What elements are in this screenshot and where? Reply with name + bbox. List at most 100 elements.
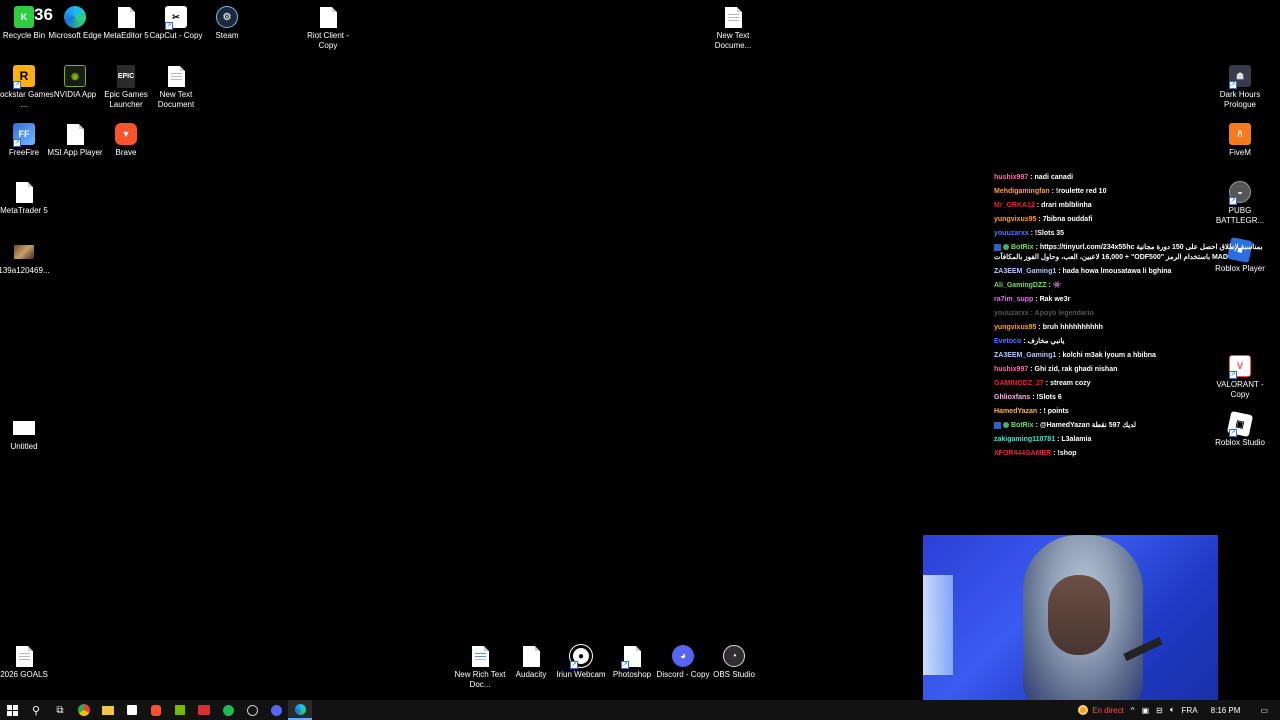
nvidia-icon [175,705,185,715]
taskbar-nvidia[interactable] [168,700,192,720]
msi-app-player-shortcut[interactable]: MSI App Player [47,122,103,158]
chat-text: : hada howa lmousatawa li bghina [1058,268,1172,275]
webcam-person-face [1048,575,1110,655]
chat-text: : !shop [1053,450,1077,457]
search-button[interactable]: ⚲ [24,700,48,720]
chat-text: : nadi canadi [1030,174,1074,181]
freefire-shortcut[interactable]: FF ↗ FreeFire [0,122,48,158]
new-rich-text-shortcut[interactable]: New Rich Text Doc... [453,644,507,690]
recycle-bin-shortcut[interactable]: K 36 Recycle Bin [0,5,53,41]
new-text-doc-top-shortcut[interactable]: New Text Docume... [706,5,760,51]
chat-username: BotRix [1011,244,1034,251]
taskbar-chrome[interactable] [72,700,96,720]
store-icon [127,705,137,715]
goals-shortcut[interactable]: 2026 GOALS [0,644,48,680]
iriun-webcam-shortcut[interactable]: ● ↗ Iriun Webcam [554,644,608,680]
epic-games-shortcut[interactable]: EPIC Epic Games Launcher [99,64,153,110]
dark-hours-label: Dark Hours Prologue [1219,90,1261,109]
brave-icon [151,704,161,716]
chat-message: Ghlioxfans: !Slots 6 [994,391,1266,405]
chat-message: HamedYazan: ! points [994,405,1266,419]
chat-username: zakigaming110781 [994,436,1056,443]
chat-username: ra7im_supp [994,296,1034,303]
chat-text: : L3alamia [1057,436,1092,443]
chat-message: yungvixus95: 7bibna ouddafi [994,213,1266,227]
brave-label: Brave [115,148,137,157]
riot-client-shortcut[interactable]: Riot Client - Copy [301,5,355,51]
windows-icon [6,704,18,716]
spotify-icon [222,704,234,716]
chat-text: : Apoyo legendario [1030,310,1094,317]
document-icon [316,5,340,29]
chrome-icon [78,704,90,716]
document-icon [63,122,87,146]
clock[interactable]: 8:16 PM [1211,706,1241,715]
untitled-shortcut[interactable]: Untitled [0,416,48,452]
edge-icon [294,703,306,715]
chat-text: : !Slots 6 [1032,394,1062,401]
chat-message: GAMINGDZ_27: stream cozy [994,377,1266,391]
brave-shortcut[interactable]: ▼ Brave [99,122,153,158]
shortcut-arrow-icon: ↗ [621,661,629,669]
new-text-doc-shortcut[interactable]: New Text Document [149,64,203,110]
metaeditor-shortcut[interactable]: MetaEditor 5 [99,5,153,41]
chat-message: Mr_ORKA12: drari mblblinha [994,199,1266,213]
taskbar-file-explorer[interactable] [96,700,120,720]
rockstar-shortcut[interactable]: R ↗ Rockstar Games ... [0,64,54,110]
live-indicator[interactable]: En direct [1078,705,1124,715]
discord-shortcut[interactable]: ◕ Discord - Copy [656,644,710,680]
text-document-icon [721,5,745,29]
taskbar-app-red[interactable] [192,700,216,720]
chat-text: : ! points [1039,408,1069,415]
edge-shortcut[interactable]: Microsoft Edge [48,5,102,41]
chat-text: : !Slots 35 [1030,230,1065,237]
dark-hours-shortcut[interactable]: ☗ ↗ Dark Hours Prologue [1213,64,1267,110]
notification-icon[interactable]: ▭ [1260,706,1268,715]
audacity-shortcut[interactable]: Audacity [504,644,558,680]
image-thumbnail-icon [12,240,36,264]
chat-text: : 👾 [1048,282,1062,289]
start-button[interactable] [0,700,24,720]
taskbar-discord[interactable] [264,700,288,720]
chat-message: BotRix: https://tinyurl.com/234x55hc بمن… [994,241,1266,265]
webcam-icon: ● ↗ [569,644,593,669]
chevron-up-icon[interactable]: ^ [1131,706,1135,715]
chat-message: ZA3EEM_Gaming1: hada howa lmousatawa li … [994,265,1266,279]
fivem-shortcut[interactable]: /\ FiveM [1213,122,1267,158]
metatrader-label: MetaTrader 5 [0,206,48,215]
chat-username: GAMINGDZ_27 [994,380,1044,387]
chat-message: Mehdigamingfan: !roulette red 10 [994,185,1266,199]
chat-text: : @HamedYazan لديك 597 نقطة [1035,422,1137,429]
chat-message: Ali_GamingDZZ: 👾 [994,279,1266,293]
chat-username: Mr_ORKA12 [994,202,1035,209]
image-file-shortcut[interactable]: 139a120469... [0,240,50,276]
chat-username: youuzarxx [994,230,1029,237]
document-icon [114,5,138,29]
taskbar-store[interactable] [120,700,144,720]
steam-shortcut[interactable]: ⚙ Steam [200,5,254,41]
language-indicator[interactable]: FRA [1182,706,1198,715]
chat-username: yungvixus95 [994,216,1037,223]
shortcut-arrow-icon: ↗ [570,661,578,669]
bot-badge-icon [1003,244,1009,251]
task-view-button[interactable]: ⧉ [48,700,72,720]
capcut-shortcut[interactable]: ✂ ↗ CapCut - Copy [149,5,203,41]
text-document-icon [12,644,36,668]
taskbar-edge[interactable] [288,700,312,720]
nvidia-shortcut[interactable]: ◉ NVIDIA App [48,64,102,100]
folder-icon [102,705,114,715]
volume-icon[interactable]: 🔈︎ [1170,705,1175,715]
camera-icon[interactable]: ▣ [1142,706,1150,715]
chat-text: : Ghi zid, rak ghadi nishan [1030,366,1118,373]
webcam-monitor-glow [923,575,953,675]
chat-message: zakigaming110781: L3alamia [994,433,1266,447]
taskbar-obs[interactable] [240,700,264,720]
taskbar-spotify[interactable] [216,700,240,720]
photoshop-shortcut[interactable]: ↗ Photoshop [605,644,659,680]
obs-studio-shortcut[interactable]: ◔ OBS Studio [707,644,761,680]
chat-username: hushix997 [994,366,1029,373]
metatrader-shortcut[interactable]: MetaTrader 5 [0,180,48,216]
taskbar-brave[interactable] [144,700,168,720]
network-icon[interactable]: ⊟ [1156,706,1163,715]
chat-text: : kolchi m3ak lyoum a hbibna [1058,352,1156,359]
